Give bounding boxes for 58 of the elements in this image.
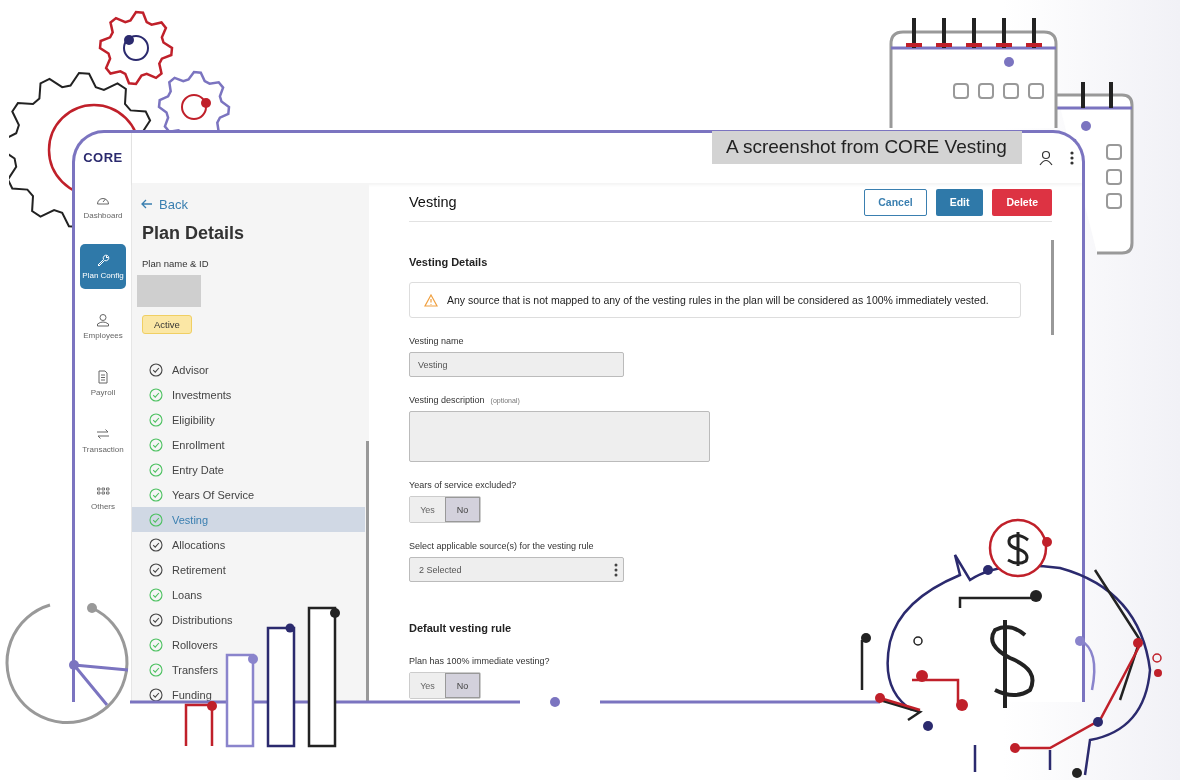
step-item[interactable]: Years Of Service <box>132 482 365 507</box>
step-item[interactable]: Funding <box>132 682 365 702</box>
section-title: Vesting <box>409 194 457 210</box>
document-icon <box>96 370 110 384</box>
scrollbar[interactable] <box>366 441 369 702</box>
edit-button[interactable]: Edit <box>935 188 984 216</box>
page-title: Plan Details <box>142 223 246 244</box>
step-item[interactable]: Distributions <box>132 607 365 632</box>
toggle-option[interactable]: Yes <box>410 673 445 698</box>
field-label: Select applicable source(s) for the vesting rule <box>409 541 594 551</box>
section-heading: Vesting Details <box>409 256 489 268</box>
field-label: Years of service excluded? <box>409 480 517 490</box>
wrench-icon <box>96 253 110 267</box>
step-item[interactable]: Entry Date <box>132 457 365 482</box>
field-label: Vesting name <box>409 336 464 346</box>
cancel-button[interactable]: Cancel <box>864 188 927 216</box>
scrollbar[interactable] <box>1051 240 1054 335</box>
more-icon[interactable] <box>1070 150 1074 166</box>
person-icon <box>96 313 110 327</box>
redacted-block <box>137 275 201 307</box>
field-label: Plan has 100% immediate vesting? <box>409 656 550 666</box>
back-link[interactable]: Back <box>141 196 188 212</box>
step-item[interactable]: Investments <box>132 382 365 407</box>
caption-label: A screenshot from CORE Vesting <box>712 131 1022 164</box>
nav-item[interactable]: Employees <box>80 307 126 346</box>
nav-item[interactable]: Dashboard <box>80 187 126 226</box>
alert-text: Any source that is not mapped to any of the vesting rules in the plan will be considered as 100% immediately vested. <box>447 294 989 306</box>
step-item[interactable]: Advisor <box>132 357 365 382</box>
status-badge: Active <box>142 315 192 334</box>
step-item[interactable]: Allocations <box>132 532 365 557</box>
nav-item[interactable]: Plan Config <box>80 244 126 289</box>
source-select[interactable]: 2 Selected <box>409 557 624 582</box>
step-item[interactable]: Loans <box>132 582 365 607</box>
delete-button[interactable]: Delete <box>992 188 1052 216</box>
toggle-option[interactable]: No <box>445 497 480 522</box>
field-label: Plan name & ID <box>142 258 210 269</box>
step-item[interactable]: Retirement <box>132 557 365 582</box>
step-item[interactable]: Rollovers <box>132 632 365 657</box>
arrows-icon <box>96 427 110 441</box>
toggle-option[interactable]: Yes <box>410 497 445 522</box>
field-label: Vesting description <box>409 395 485 405</box>
nav-item[interactable]: Transaction <box>80 421 126 460</box>
nav-item[interactable]: Payroll <box>80 364 126 403</box>
vesting-name-field[interactable]: Vesting <box>409 352 624 377</box>
section-heading: Default vesting rule <box>409 622 513 634</box>
user-icon[interactable] <box>1038 150 1054 166</box>
step-item[interactable]: Eligibility <box>132 407 365 432</box>
back-arrow-icon <box>141 199 153 209</box>
bar-drawing <box>184 701 217 746</box>
nav-item[interactable]: Others <box>80 478 126 517</box>
step-item[interactable]: Transfers <box>132 657 365 682</box>
more-icon <box>614 561 618 578</box>
description-field[interactable] <box>409 411 710 462</box>
warning-icon <box>424 293 438 307</box>
app-logo: CORE <box>83 150 123 165</box>
grid-icon <box>96 484 110 498</box>
step-item[interactable]: Enrollment <box>132 432 365 457</box>
toggle-option[interactable]: No <box>445 673 480 698</box>
